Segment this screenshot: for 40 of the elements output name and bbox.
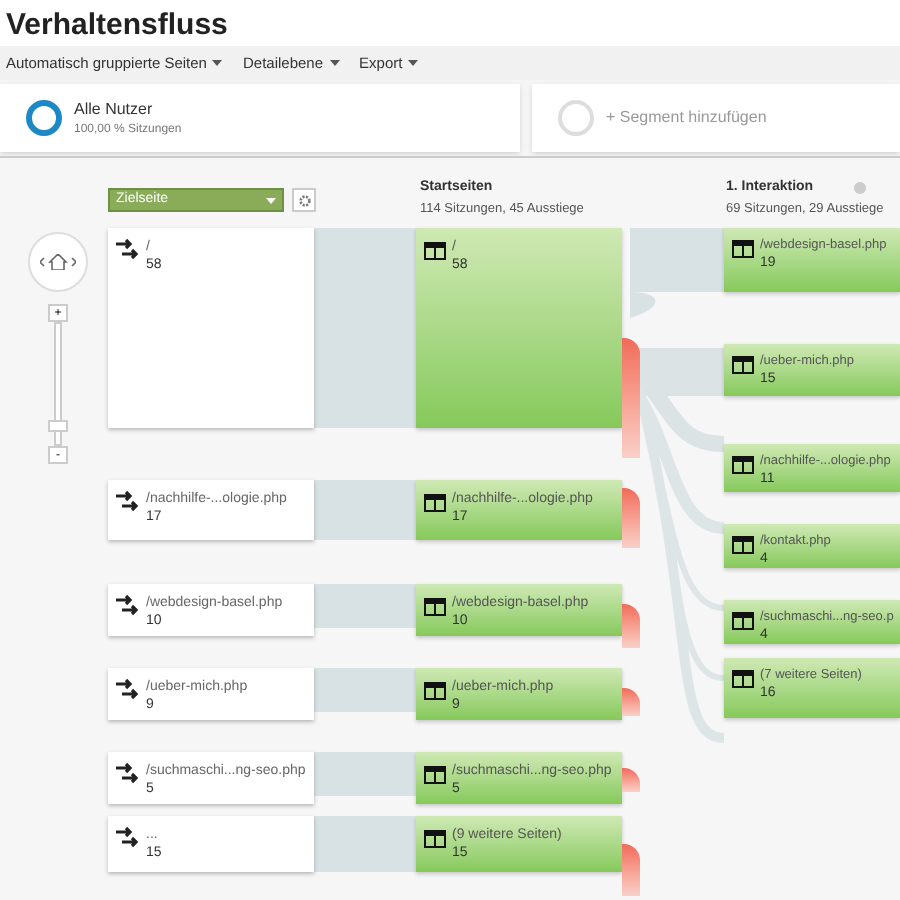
redirect-arrows-icon — [116, 594, 140, 616]
caret-icon — [408, 60, 419, 66]
pan-control[interactable] — [28, 232, 88, 292]
page-layout-icon — [424, 682, 446, 700]
segment-name: + Segment hinzufügen — [606, 106, 767, 130]
page-layout-icon — [424, 242, 446, 260]
page-layout-icon — [732, 536, 754, 554]
info-icon — [853, 182, 866, 195]
caret-icon — [266, 197, 276, 203]
exit-bar — [622, 338, 640, 458]
page-layout-icon — [424, 766, 446, 784]
redirect-arrows-icon — [116, 238, 140, 260]
caret-icon — [329, 60, 340, 66]
exit-bar — [622, 604, 640, 648]
page-layout-icon — [732, 670, 754, 688]
page-layout-icon — [732, 456, 754, 474]
page-layout-icon — [732, 240, 754, 258]
page-layout-icon — [424, 598, 446, 616]
zoom-slider[interactable] — [54, 322, 62, 446]
page-layout-icon — [424, 494, 446, 512]
page-layout-icon — [732, 612, 754, 630]
redirect-arrows-icon — [116, 490, 140, 512]
exit-bar — [622, 768, 640, 792]
segment-ring-icon — [558, 100, 594, 136]
settings-icon — [297, 193, 311, 207]
segment-name: Alle Nutzer — [74, 97, 155, 121]
exit-bar — [622, 844, 640, 896]
page-layout-icon — [424, 830, 446, 848]
page-title: Verhaltensfluss — [4, 6, 230, 46]
settings-button[interactable] — [292, 188, 316, 212]
page-layout-icon — [732, 356, 754, 374]
redirect-arrows-icon — [116, 678, 140, 700]
zoom-slider-handle[interactable] — [48, 420, 68, 433]
exit-bar — [622, 688, 640, 716]
redirect-arrows-icon — [116, 826, 140, 848]
caret-icon — [212, 60, 223, 66]
redirect-arrows-icon — [116, 762, 140, 784]
segment-ring-icon — [26, 100, 62, 136]
exit-bar — [622, 488, 640, 548]
home-icon — [40, 254, 76, 270]
